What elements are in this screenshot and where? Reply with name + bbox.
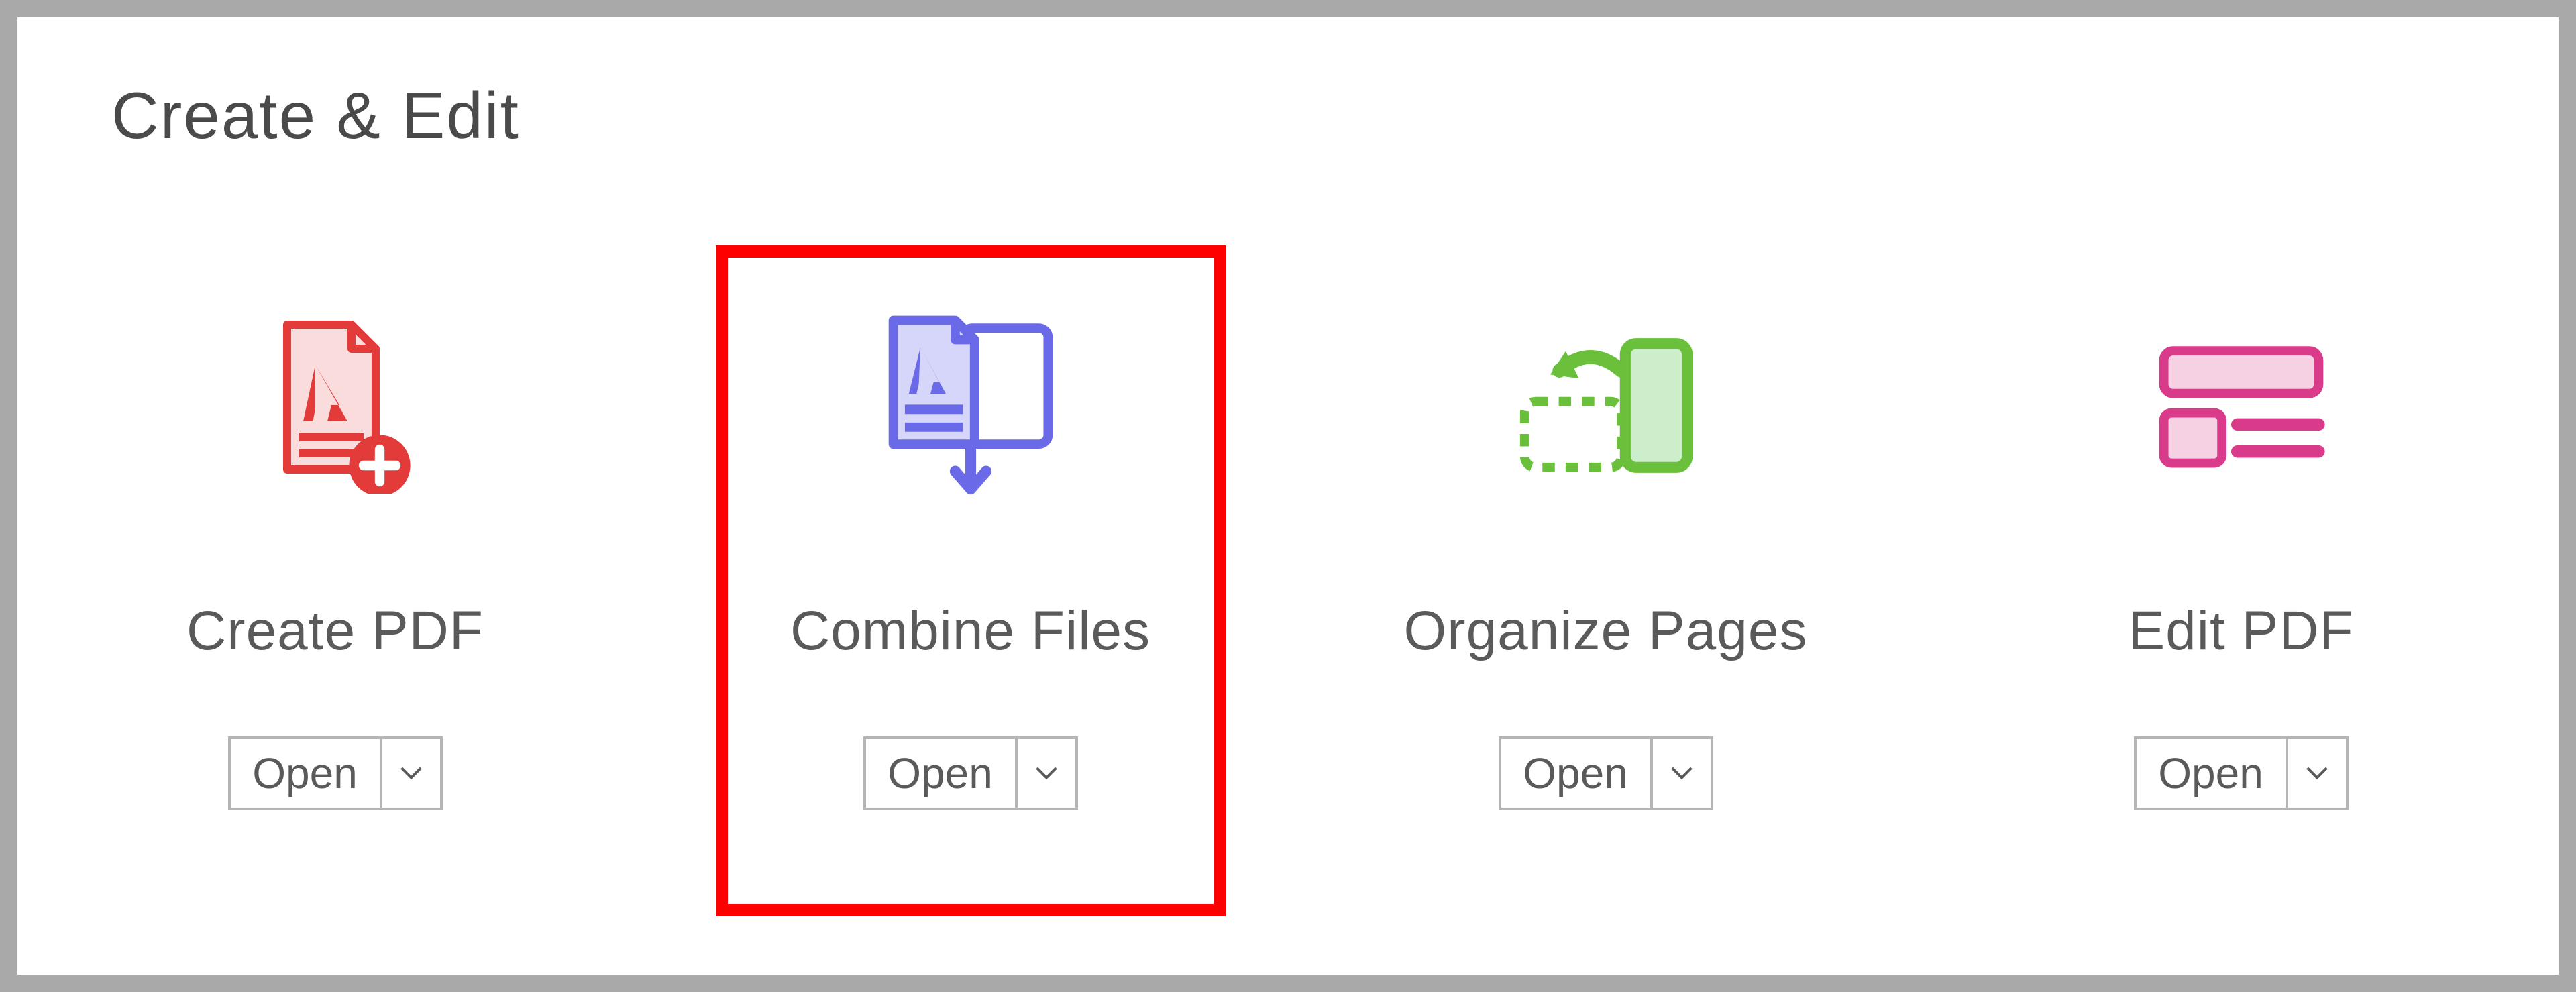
chevron-down-icon	[1671, 767, 1693, 780]
tool-label: Create PDF	[186, 600, 484, 663]
tool-card-combine-files[interactable]: Combine Files Open	[716, 245, 1226, 916]
open-button[interactable]: Open	[863, 736, 1018, 810]
tools-panel: Create & Edit C	[17, 17, 2559, 975]
section-title: Create & Edit	[111, 78, 520, 154]
tool-card-edit-pdf[interactable]: Edit PDF Open	[1986, 245, 2496, 916]
chevron-down-icon	[1036, 767, 1057, 780]
tool-label: Combine Files	[790, 600, 1150, 663]
chevron-down-icon	[400, 767, 422, 780]
open-button-group: Open	[228, 736, 443, 810]
open-button[interactable]: Open	[1499, 736, 1653, 810]
open-button[interactable]: Open	[2134, 736, 2288, 810]
chevron-down-icon	[2306, 767, 2328, 780]
edit-pdf-icon	[2127, 305, 2355, 506]
tool-label: Organize Pages	[1403, 600, 1807, 663]
open-dropdown-button[interactable]	[1018, 736, 1078, 810]
tool-card-create-pdf[interactable]: Create PDF Open	[80, 245, 590, 916]
organize-pages-icon	[1492, 305, 1720, 506]
open-dropdown-button[interactable]	[2288, 736, 2349, 810]
create-pdf-icon	[221, 305, 449, 506]
tool-card-organize-pages[interactable]: Organize Pages Open	[1351, 245, 1861, 916]
open-button-group: Open	[2134, 736, 2349, 810]
tool-row: Create PDF Open	[17, 245, 2559, 930]
open-button[interactable]: Open	[228, 736, 382, 810]
tool-label: Edit PDF	[2128, 600, 2353, 663]
combine-files-icon	[857, 305, 1085, 506]
open-dropdown-button[interactable]	[1653, 736, 1713, 810]
open-button-group: Open	[1499, 736, 1713, 810]
open-dropdown-button[interactable]	[382, 736, 443, 810]
open-button-group: Open	[863, 736, 1078, 810]
